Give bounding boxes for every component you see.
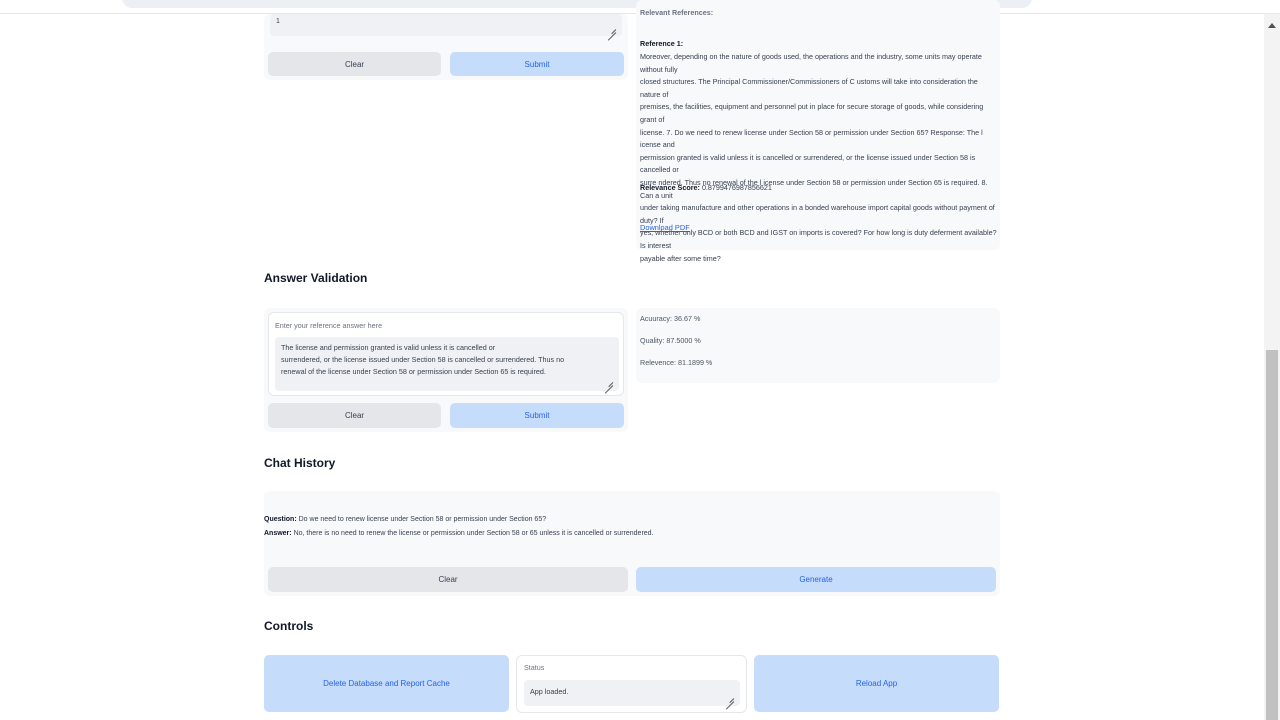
reference-answer-line: The license and permission granted is va… xyxy=(281,343,496,352)
page-scrollbar[interactable] xyxy=(1264,14,1280,720)
chat-answer-text: No, there is no need to renew the licens… xyxy=(293,530,654,537)
status-box: Status App loaded. xyxy=(516,655,747,713)
reference-body: Moreover, depending on the nature of goo… xyxy=(640,51,1000,265)
references-panel: Relevant References: Reference 1: Moreov… xyxy=(636,0,1000,263)
reference-answer-input[interactable]: The license and permission granted is va… xyxy=(275,337,619,391)
chat-history-title: Chat History xyxy=(264,456,336,470)
reference-answer-line: renewal of the license under Section 58 … xyxy=(281,367,546,376)
chat-question-label: Question: xyxy=(264,516,297,523)
reload-app-button[interactable]: Reload App xyxy=(754,655,999,712)
query-clear-button[interactable]: Clear xyxy=(268,52,441,76)
reference-line: Moreover, depending on the nature of goo… xyxy=(640,52,982,74)
validation-results-panel: Acuuracy: 36.67 % Quality: 87.5000 % Rel… xyxy=(636,308,1000,383)
accuracy-value: Acuuracy: 36.67 % xyxy=(640,314,701,323)
validation-clear-button[interactable]: Clear xyxy=(268,403,441,428)
relevance-score: Relevance Score: 0.8799476987856621 xyxy=(640,182,772,195)
delete-database-button[interactable]: Delete Database and Report Cache xyxy=(264,655,509,712)
query-input[interactable]: 1 xyxy=(270,14,622,36)
reference-line: closed structures. The Principal Commiss… xyxy=(640,77,978,99)
status-label: Status xyxy=(524,663,545,672)
reference-answer-field: Enter your reference answer here The lic… xyxy=(268,312,624,396)
chat-clear-button[interactable]: Clear xyxy=(268,567,628,592)
controls-title: Controls xyxy=(264,619,314,633)
chat-answer-label: Answer: xyxy=(264,530,292,537)
relevance-value: Relevence: 81.1899 % xyxy=(640,358,713,367)
relevance-score-value: 0.8799476987856621 xyxy=(701,183,772,192)
references-header: Relevant References: xyxy=(640,8,714,17)
reference-line: permission granted is valid unless it is… xyxy=(640,152,976,175)
reference-line: license. 7. Do we need to renew license … xyxy=(640,127,983,150)
quality-value: Quality: 87.5000 % xyxy=(640,336,701,345)
chat-question-text: Do we need to renew license under Sectio… xyxy=(298,516,547,523)
resize-grip-icon[interactable] xyxy=(725,693,734,702)
query-submit-button[interactable]: Submit xyxy=(450,52,624,76)
validation-submit-button[interactable]: Submit xyxy=(450,403,624,428)
query-panel: 1 Clear Submit xyxy=(264,14,628,80)
reference-answer-line: surrendered, or the license issued under… xyxy=(281,355,565,364)
reference-title: Reference 1: xyxy=(640,39,684,48)
query-input-value: 1 xyxy=(276,18,280,25)
relevance-score-label: Relevance Score: xyxy=(640,183,700,192)
status-output: App loaded. xyxy=(524,680,740,706)
scroll-up-arrow-icon[interactable] xyxy=(1268,23,1276,28)
status-value: App loaded. xyxy=(530,687,569,696)
resize-grip-icon[interactable] xyxy=(607,24,616,33)
chat-question: Question: Do we need to renew license un… xyxy=(264,514,546,527)
answer-validation-title: Answer Validation xyxy=(264,271,368,285)
reference-line: yes, whether only BCD or both BCD and IG… xyxy=(640,228,997,250)
chat-answer: Answer: No, there is no need to renew th… xyxy=(264,528,654,541)
chat-history-panel: Question: Do we need to renew license un… xyxy=(264,491,1000,596)
scrollbar-thumb[interactable] xyxy=(1266,350,1278,720)
chat-generate-button[interactable]: Generate xyxy=(636,567,996,592)
resize-grip-icon[interactable] xyxy=(604,377,613,386)
reference-answer-label: Enter your reference answer here xyxy=(275,321,383,330)
reference-line: payable after some time? xyxy=(640,253,721,263)
answer-validation-input-panel: Enter your reference answer here The lic… xyxy=(264,308,628,432)
reference-line: premises, the facilities, equipment and … xyxy=(640,102,984,124)
download-pdf-link[interactable]: Download PDF xyxy=(640,223,690,232)
reference-line: under taking manufacture and other opera… xyxy=(640,203,995,225)
